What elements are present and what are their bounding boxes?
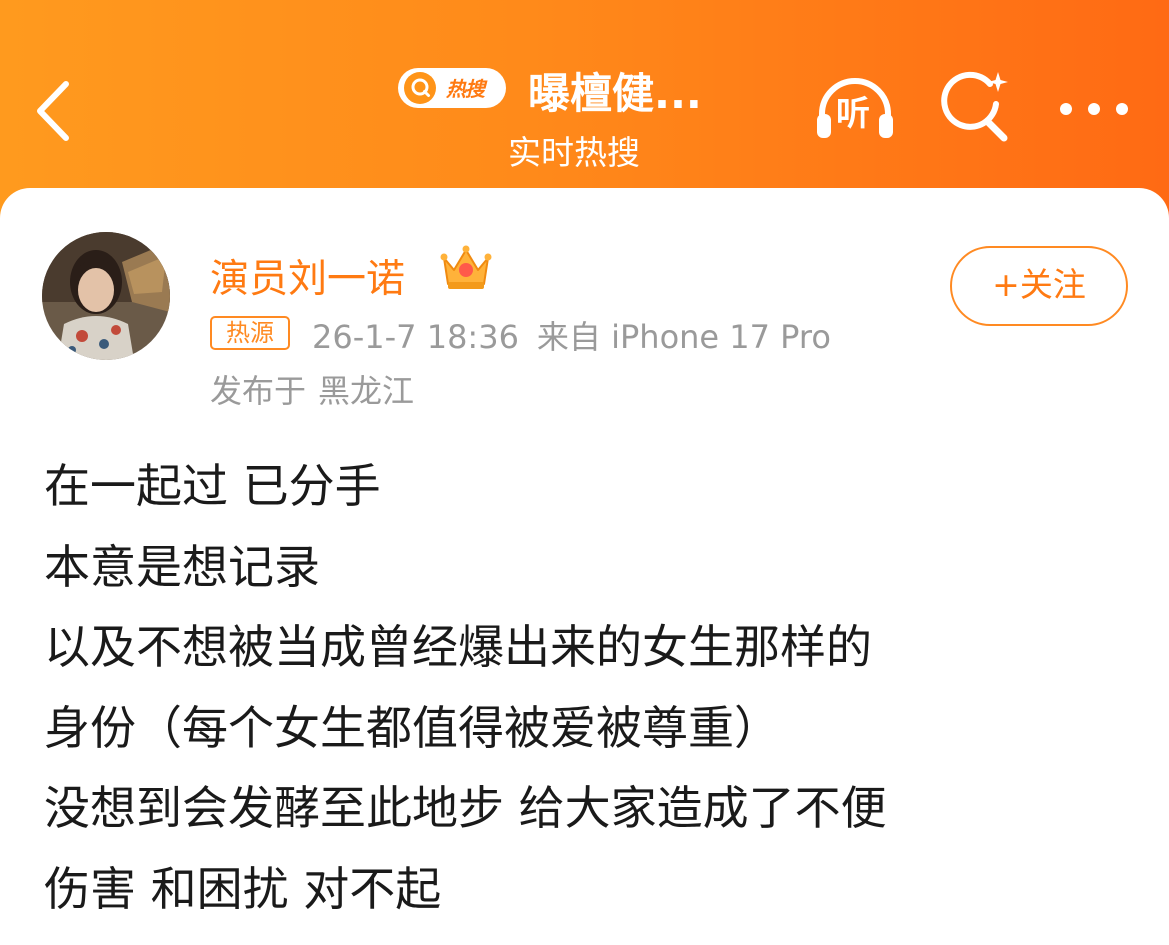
- listen-label: 听: [836, 94, 870, 134]
- chevron-left-icon: [37, 81, 69, 141]
- post-text-line: 没想到会发酵至此地步 给大家造成了不便: [44, 781, 887, 835]
- author-name[interactable]: 演员刘一诺: [210, 248, 405, 304]
- author-avatar[interactable]: [42, 232, 170, 360]
- post-timestamp: 26-1-7 18:36: [312, 318, 519, 356]
- crown-icon: [440, 244, 492, 292]
- more-dots-icon: [1060, 103, 1128, 115]
- page-title: 曝檀健...: [528, 69, 702, 118]
- source-badge: 热源: [210, 316, 290, 350]
- hot-search-badge-label: 热搜: [446, 77, 485, 101]
- listen-button[interactable]: 听: [812, 74, 898, 142]
- page-subtitle: 实时热搜: [508, 133, 640, 172]
- hot-search-badge: 热搜: [396, 66, 508, 110]
- post-text-line: 在一起过 已分手: [44, 459, 381, 513]
- search-sparkle-icon: [941, 71, 1008, 142]
- avatar-photo: [42, 232, 170, 360]
- post-text-line: 本意是想记录: [44, 539, 320, 594]
- post-text-line: 身份（每个女生都值得被爱被尊重）: [44, 700, 780, 755]
- follow-button[interactable]: +关注: [950, 246, 1128, 326]
- location-prefix: 发布于: [210, 372, 307, 410]
- top-navigation-bar: 热搜 曝檀健... 实时热搜 听: [0, 0, 1169, 200]
- post-card: 演员刘一诺 热源 26-1-7 18:36 来自 iPhone 17 Pro 发布…: [0, 188, 1169, 945]
- hot-search-title[interactable]: 热搜 曝檀健... 实时热搜: [396, 58, 756, 178]
- location-name: 黑龙江: [318, 372, 415, 410]
- post-content: 在一起过 已分手 本意是想记录 以及不想被当成曾经爆出来的女生那样的 身份（每个…: [44, 446, 1134, 929]
- post-meta: 26-1-7 18:36 来自 iPhone 17 Pro: [312, 312, 849, 358]
- post-text-line: 伤害 和困扰 对不起: [44, 861, 442, 916]
- back-button[interactable]: [30, 76, 80, 146]
- search-button[interactable]: [938, 70, 1012, 144]
- post-location: 发布于 黑龙江: [210, 366, 426, 412]
- more-options-button[interactable]: [1056, 92, 1132, 126]
- post-device: 来自 iPhone 17 Pro: [536, 318, 831, 356]
- post-text-line: 以及不想被当成曾经爆出来的女生那样的: [44, 620, 872, 674]
